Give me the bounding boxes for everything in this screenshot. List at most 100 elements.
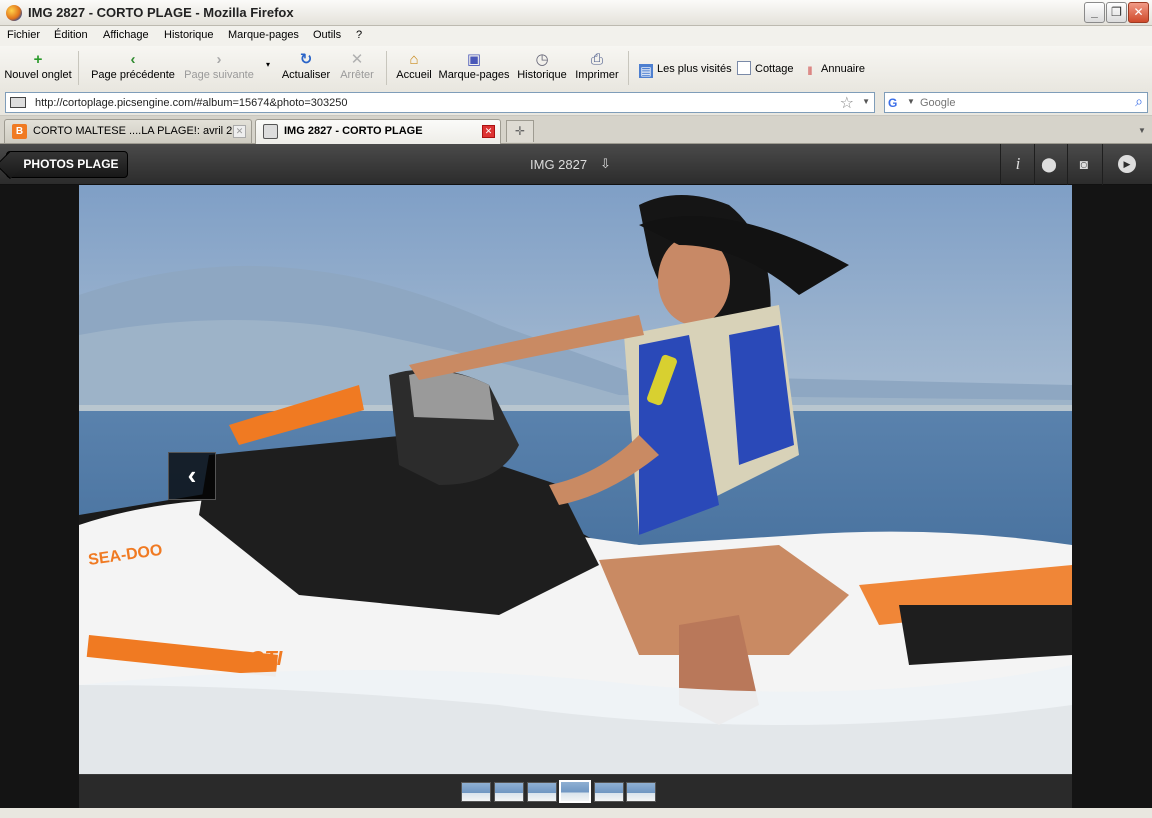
page-icon <box>263 124 278 139</box>
folder-icon: ▤ <box>639 64 653 78</box>
header-separator <box>1102 144 1103 185</box>
address-bar-row: http://cortoplage.picsengine.com/#album=… <box>0 90 1152 116</box>
thumbnail[interactable] <box>594 782 624 802</box>
blogger-icon: B <box>12 124 27 139</box>
menu-fichier[interactable]: Fichier <box>7 29 40 41</box>
home-icon: ⌂ <box>409 51 419 68</box>
bookmarks-label: Marque-pages <box>438 69 510 81</box>
menu-help[interactable]: ? <box>356 29 362 41</box>
bookmark-label: Les plus visités <box>657 63 732 75</box>
reload-button[interactable]: ↻ Actualiser <box>280 50 332 86</box>
header-separator <box>1000 144 1001 185</box>
back-label: Page précédente <box>91 69 175 81</box>
bookmarks-icon: ▣ <box>466 51 482 68</box>
back-button[interactable]: ‹ Page précédente <box>88 50 178 86</box>
bookmarks-button[interactable]: ▣ Marque-pages <box>437 50 511 86</box>
menu-outils[interactable]: Outils <box>313 29 341 41</box>
print-button[interactable]: ⎙ Imprimer <box>573 50 621 86</box>
bookmark-les-plus-visites[interactable]: ▤ Les plus visités <box>639 61 732 78</box>
title-bar: IMG 2827 - CORTO PLAGE - Mozilla Firefox… <box>0 0 1152 26</box>
google-icon[interactable]: G <box>888 96 904 110</box>
photo-viewer: PHOTOS PLAGE IMG 2827 ⇩ i ⬤ ◙ ▶ SEA-DOO … <box>0 144 1152 818</box>
photo-title: IMG 2827 <box>530 157 588 172</box>
status-bar <box>0 808 1152 818</box>
stop-button[interactable]: ✕ Arrêter <box>336 50 378 86</box>
list-all-tabs-button[interactable]: ▼ <box>1134 120 1150 142</box>
search-box[interactable]: G ▼ ⌕ <box>884 92 1148 113</box>
star-icon[interactable]: ☆ <box>840 93 854 113</box>
thumbnail[interactable] <box>461 782 491 802</box>
bookmark-label: Annuaire <box>821 63 866 75</box>
header-separator <box>1067 144 1068 185</box>
header-separator <box>1034 144 1035 185</box>
new-tab-button[interactable]: + Nouvel onglet <box>3 50 73 86</box>
thumbnail[interactable] <box>494 782 524 802</box>
url-text[interactable]: http://cortoplage.picsengine.com/#album=… <box>35 97 348 109</box>
printer-icon: ⎙ <box>590 51 603 68</box>
new-tab-plus-button[interactable]: ✛ <box>506 120 534 142</box>
tab-bar: B CORTO MALTESE ....LA PLAGE!: avril 2..… <box>0 116 1152 144</box>
tab-corto-maltese[interactable]: B CORTO MALTESE ....LA PLAGE!: avril 2..… <box>4 119 252 143</box>
reload-icon: ↻ <box>299 51 313 68</box>
window-title: IMG 2827 - CORTO PLAGE - Mozilla Firefox <box>28 5 294 20</box>
forward-label: Page suivante <box>184 69 254 81</box>
clock-icon: ◷ <box>535 51 549 68</box>
hull-model-text: GTI <box>249 648 283 670</box>
tab-label: IMG 2827 - CORTO PLAGE <box>284 125 423 137</box>
forward-button[interactable]: › Page suivante <box>182 50 256 86</box>
jetski-photo-illustration: SEA-DOO GTI 2527 <box>79 185 1072 774</box>
menu-edition[interactable]: Édition <box>54 29 88 41</box>
toolbar-separator <box>386 51 387 85</box>
engine-dropdown-icon[interactable]: ▼ <box>907 97 915 106</box>
back-arrow-icon: ‹ <box>130 51 136 68</box>
firefox-window: IMG 2827 - CORTO PLAGE - Mozilla Firefox… <box>0 0 1152 818</box>
menu-historique[interactable]: Historique <box>164 29 214 41</box>
url-dropdown-icon[interactable]: ▼ <box>862 97 870 106</box>
photos-plage-back-button[interactable]: PHOTOS PLAGE <box>6 151 128 178</box>
home-label: Accueil <box>396 69 432 81</box>
thumbnail-strip <box>79 774 1072 808</box>
map-pin-icon[interactable]: ⬤ <box>1040 155 1058 173</box>
maximize-button[interactable]: ❐ <box>1106 2 1127 23</box>
close-button[interactable]: ✕ <box>1128 2 1149 23</box>
reload-label: Actualiser <box>281 69 331 81</box>
bookmark-cottage[interactable]: Cottage <box>737 61 794 77</box>
bookmark-label: Cottage <box>755 63 794 75</box>
navigation-toolbar: + Nouvel onglet ‹ Page précédente › Page… <box>0 46 1152 90</box>
thumbnail[interactable] <box>626 782 656 802</box>
history-label: Historique <box>517 69 567 81</box>
forward-arrow-icon: › <box>216 51 222 68</box>
thumbnail[interactable] <box>527 782 557 802</box>
download-icon[interactable]: ⇩ <box>600 156 611 172</box>
info-icon[interactable]: i <box>1009 155 1027 173</box>
site-identity-icon[interactable] <box>10 97 26 108</box>
menu-marque-pages[interactable]: Marque-pages <box>228 29 299 41</box>
camera-icon[interactable]: ◙ <box>1075 155 1093 173</box>
minimize-button[interactable]: _ <box>1084 2 1105 23</box>
play-slideshow-icon[interactable]: ▶ <box>1118 155 1136 173</box>
stop-icon: ✕ <box>350 51 364 68</box>
new-tab-icon: + <box>33 51 43 68</box>
pencils-icon: ‖ <box>807 64 813 78</box>
thumbnail-selected[interactable] <box>559 780 591 803</box>
tab-close-icon[interactable]: ✕ <box>233 125 246 138</box>
page-icon <box>737 61 751 75</box>
main-photo[interactable]: SEA-DOO GTI 2527 <box>79 185 1072 774</box>
home-button[interactable]: ⌂ Accueil <box>394 50 434 86</box>
address-bar[interactable]: http://cortoplage.picsengine.com/#album=… <box>5 92 875 113</box>
new-tab-label: Nouvel onglet <box>4 69 72 81</box>
tab-label: CORTO MALTESE ....LA PLAGE!: avril 2... <box>33 125 242 137</box>
search-icon[interactable]: ⌕ <box>1135 93 1143 110</box>
toolbar-separator <box>628 51 629 85</box>
viewer-header: PHOTOS PLAGE IMG 2827 ⇩ i ⬤ ◙ ▶ <box>0 144 1152 185</box>
stop-label: Arrêter <box>340 69 374 81</box>
tab-img-2827[interactable]: IMG 2827 - CORTO PLAGE ✕ <box>255 119 501 144</box>
tab-close-icon[interactable]: ✕ <box>482 125 495 138</box>
previous-photo-button[interactable]: ‹ <box>168 452 216 500</box>
menu-bar: Fichier Édition Affichage Historique Mar… <box>0 26 1152 46</box>
toolbar-separator <box>78 51 79 85</box>
history-button[interactable]: ◷ Historique <box>515 50 569 86</box>
menu-affichage[interactable]: Affichage <box>103 29 149 41</box>
bookmark-annuaire[interactable]: ‖ Annuaire <box>803 61 866 78</box>
search-input[interactable] <box>920 95 1120 110</box>
